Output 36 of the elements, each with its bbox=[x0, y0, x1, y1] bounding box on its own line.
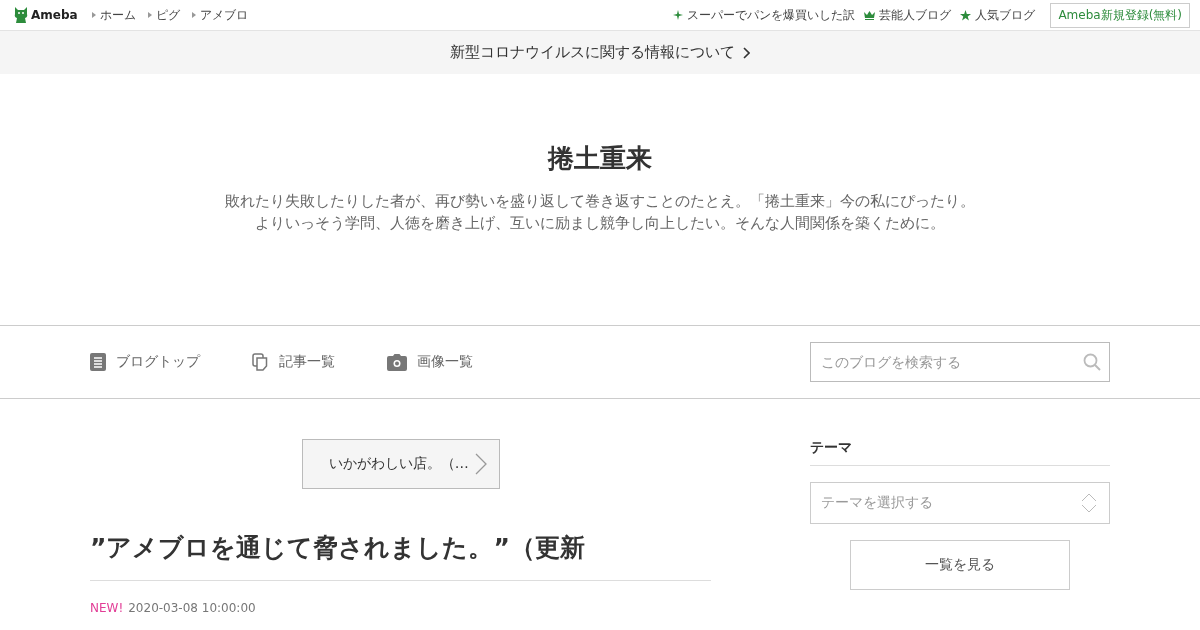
header-link[interactable]: 人気ブログ bbox=[960, 6, 1036, 24]
nav-link[interactable]: 記事一覧 bbox=[252, 353, 335, 371]
mascot-icon bbox=[14, 7, 28, 23]
article-date: 2020-03-08 10:00:00 bbox=[128, 601, 256, 615]
up-down-icon bbox=[1081, 492, 1097, 514]
search-field[interactable]: このブログを検索する bbox=[810, 342, 1110, 382]
nav-link[interactable]: ブログトップ bbox=[90, 353, 200, 371]
breadcrumb-link[interactable]: ホーム bbox=[91, 6, 136, 24]
new-label: NEW! bbox=[90, 601, 124, 615]
chevron-right-icon bbox=[743, 46, 750, 59]
crown-icon bbox=[864, 10, 876, 20]
article-title: ”アメブロを通じて脅されました。”（更新 bbox=[90, 531, 712, 581]
camera-icon bbox=[387, 353, 407, 371]
blog-description: よりいっそう学問、人徳を磨き上げ、互いに励まし競争し向上したい。そんな人間関係を築くために。 bbox=[255, 214, 945, 233]
triangle-icon bbox=[191, 12, 196, 18]
pages-icon bbox=[252, 353, 269, 371]
star-icon bbox=[960, 9, 972, 21]
sidebar-heading: テーマ bbox=[810, 439, 1110, 466]
breadcrumb-link[interactable]: ピグ bbox=[147, 6, 180, 24]
ameba-logo[interactable]: Ameba bbox=[14, 7, 78, 23]
triangle-icon bbox=[147, 12, 152, 18]
breadcrumb-link[interactable]: アメブロ bbox=[191, 6, 248, 24]
nav-link[interactable]: 画像一覧 bbox=[387, 353, 473, 371]
header-link[interactable]: スーパーでパンを爆買いした訳 bbox=[673, 6, 856, 24]
chevron-right-icon bbox=[474, 453, 487, 475]
sparkle-icon bbox=[673, 10, 684, 20]
header-link[interactable]: 芸能人ブログ bbox=[864, 6, 952, 24]
view-list-button[interactable]: 一覧を見る bbox=[850, 540, 1071, 590]
triangle-icon bbox=[91, 12, 96, 18]
previous-article-button[interactable]: いかがわしい店。（… bbox=[301, 439, 500, 489]
notice-link[interactable]: 新型コロナウイルスに関する情報について bbox=[0, 31, 1200, 74]
search-icon[interactable] bbox=[1083, 353, 1101, 371]
signup-button[interactable]: Ameba新規登録(無料) bbox=[1050, 2, 1190, 28]
document-icon bbox=[90, 353, 106, 371]
blog-title: 捲土重来 bbox=[548, 142, 652, 175]
blog-description: 敗れたり失敗したりした者が、再び勢いを盛り返して巻き返すことのたとえ。「捲土重来」今の私にぴったり。 bbox=[225, 192, 975, 211]
